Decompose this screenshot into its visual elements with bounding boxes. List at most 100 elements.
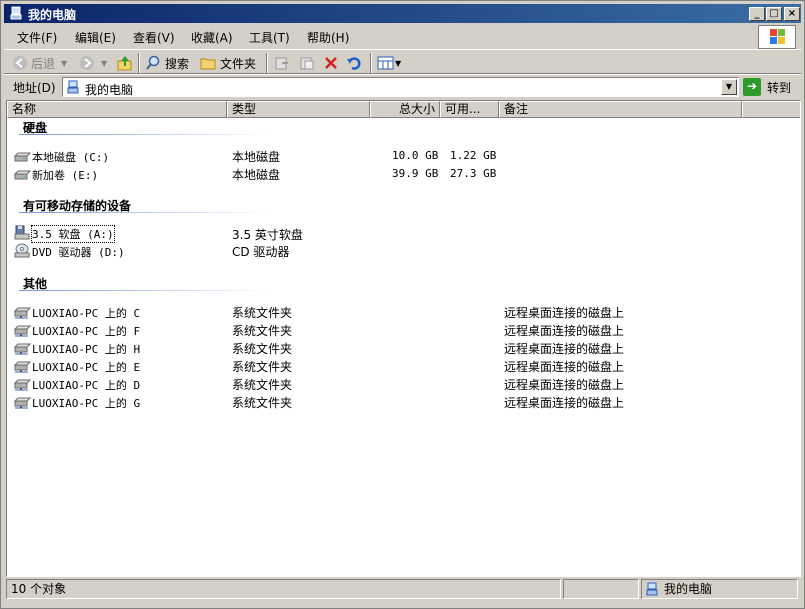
status-location: 我的电脑: [641, 579, 798, 599]
item-type: 本地磁盘: [232, 150, 281, 164]
item-name: LUOXIAO-PC 上的 E: [32, 361, 141, 374]
item-comment: 远程桌面连接的磁盘上: [504, 360, 625, 374]
views-dropdown-icon[interactable]: ▼: [395, 59, 401, 68]
dvd-drive-icon: [14, 243, 30, 258]
delete-x-icon: [325, 57, 337, 69]
title-bar[interactable]: 我的电脑 _ □ ×: [4, 4, 801, 23]
column-type[interactable]: 类型: [227, 101, 370, 118]
network-drive-icon: [14, 397, 31, 409]
menu-file[interactable]: 文件(F): [17, 29, 57, 46]
views-grid-icon: [377, 56, 394, 70]
item-total-size: 39.9 GB: [392, 167, 439, 180]
item-type: 系统文件夹: [232, 396, 293, 410]
close-button[interactable]: ×: [784, 7, 800, 21]
network-drive-icon: [14, 307, 31, 319]
minimize-button[interactable]: _: [749, 7, 765, 21]
network-drive-icon: [14, 343, 31, 355]
item-name: LUOXIAO-PC 上的 D: [32, 379, 141, 392]
column-free-space[interactable]: 可用...: [440, 101, 499, 118]
menu-bar: 文件(F) 编辑(E) 查看(V) 收藏(A) 工具(T) 帮助(H): [4, 26, 801, 48]
goto-label: 转到: [767, 80, 792, 95]
network-drive-icon: [14, 325, 31, 337]
column-name[interactable]: 名称: [7, 101, 227, 118]
item-type: CD 驱动器: [232, 245, 290, 259]
group-divider: [19, 212, 269, 213]
menu-tools[interactable]: 工具(T): [249, 29, 290, 46]
item-type: 系统文件夹: [232, 378, 293, 392]
folders-label: 文件夹: [220, 56, 257, 71]
address-value: 我的电脑: [85, 83, 134, 97]
back-label: 后退: [31, 56, 56, 71]
hard-drive-icon: [14, 152, 31, 162]
item-name: LUOXIAO-PC 上的 F: [32, 325, 141, 338]
undo-button[interactable]: [346, 54, 362, 72]
my-computer-icon: [646, 582, 658, 596]
item-comment: 远程桌面连接的磁盘上: [504, 378, 625, 392]
explorer-window: 我的电脑 _ □ × 文件(F) 编辑(E) 查看(V) 收藏(A) 工具(T)…: [0, 0, 805, 609]
window-title: 我的电脑: [28, 8, 77, 22]
standard-toolbar: 后退 ▼ ▼ 搜索 文件夹 ▼: [4, 49, 801, 74]
search-button[interactable]: 搜索: [145, 54, 189, 72]
goto-arrow-icon: ➔: [743, 78, 761, 96]
move-to-button[interactable]: [274, 54, 290, 72]
views-button[interactable]: ▼: [377, 54, 401, 72]
goto-button[interactable]: ➔ 转到: [743, 77, 799, 97]
forward-arrow-icon: [80, 56, 94, 70]
item-name: LUOXIAO-PC 上的 G: [32, 397, 141, 410]
menu-favorites[interactable]: 收藏(A): [191, 29, 233, 46]
column-total-size[interactable]: 总大小: [370, 101, 440, 118]
up-folder-button[interactable]: [116, 54, 134, 72]
address-dropdown-button[interactable]: ▼: [721, 79, 737, 95]
item-type: 本地磁盘: [232, 168, 281, 182]
address-input[interactable]: 我的电脑 ▼: [62, 77, 739, 97]
file-list-view[interactable]: 名称 类型 总大小 可用... 备注 硬盘 本地磁盘 (C:) 本地磁盘 10.…: [6, 100, 801, 577]
maximize-button[interactable]: □: [766, 7, 782, 21]
back-button[interactable]: 后退 ▼: [12, 54, 67, 72]
item-name: 本地磁盘 (C:): [32, 151, 110, 164]
item-type: 系统文件夹: [232, 342, 293, 356]
column-header: 名称 类型 总大小 可用... 备注: [7, 101, 800, 118]
menu-view[interactable]: 查看(V): [133, 29, 175, 46]
address-bar: 地址(D) 我的电脑 ▼ ➔ 转到: [4, 74, 801, 99]
back-arrow-icon: [13, 56, 27, 70]
item-type: 系统文件夹: [232, 306, 293, 320]
item-comment: 远程桌面连接的磁盘上: [504, 324, 625, 338]
item-name: 新加卷 (E:): [32, 169, 99, 182]
item-type: 3.5 英寸软盘: [232, 228, 303, 242]
windows-logo-icon: [758, 25, 796, 49]
search-label: 搜索: [165, 56, 190, 71]
item-comment: 远程桌面连接的磁盘上: [504, 306, 625, 320]
undo-icon: [347, 57, 361, 70]
column-filler: [742, 101, 800, 118]
status-bar: 10 个对象 我的电脑: [4, 579, 801, 599]
item-name: DVD 驱动器 (D:): [32, 246, 125, 259]
back-dropdown-icon[interactable]: ▼: [61, 59, 67, 68]
status-location-label: 我的电脑: [664, 582, 713, 596]
menu-edit[interactable]: 编辑(E): [75, 29, 116, 46]
item-total-size: 10.0 GB: [392, 149, 439, 162]
item-name: LUOXIAO-PC 上的 C: [32, 307, 141, 320]
network-drive-icon: [14, 361, 31, 373]
floppy-drive-icon: [14, 225, 30, 240]
folders-button[interactable]: 文件夹: [200, 54, 256, 72]
item-type: 系统文件夹: [232, 324, 293, 338]
my-computer-icon: [10, 6, 22, 20]
folder-icon: [200, 58, 216, 70]
status-object-count: 10 个对象: [6, 579, 561, 599]
up-folder-icon: [117, 56, 132, 71]
hard-drive-icon: [14, 170, 31, 180]
item-comment: 远程桌面连接的磁盘上: [504, 342, 625, 356]
copy-to-button[interactable]: [299, 54, 315, 72]
status-empty-panel: [563, 579, 639, 599]
delete-button[interactable]: [323, 54, 339, 72]
menu-help[interactable]: 帮助(H): [307, 29, 349, 46]
item-name: 3.5 软盘 (A:): [31, 225, 115, 243]
my-computer-icon: [67, 80, 79, 94]
item-free-space: 27.3 GB: [450, 167, 497, 180]
copy-to-icon: [300, 57, 314, 70]
forward-button[interactable]: ▼: [79, 54, 107, 72]
item-comment: 远程桌面连接的磁盘上: [504, 396, 625, 410]
item-type: 系统文件夹: [232, 360, 293, 374]
column-comment[interactable]: 备注: [499, 101, 742, 118]
forward-dropdown-icon[interactable]: ▼: [101, 59, 107, 68]
